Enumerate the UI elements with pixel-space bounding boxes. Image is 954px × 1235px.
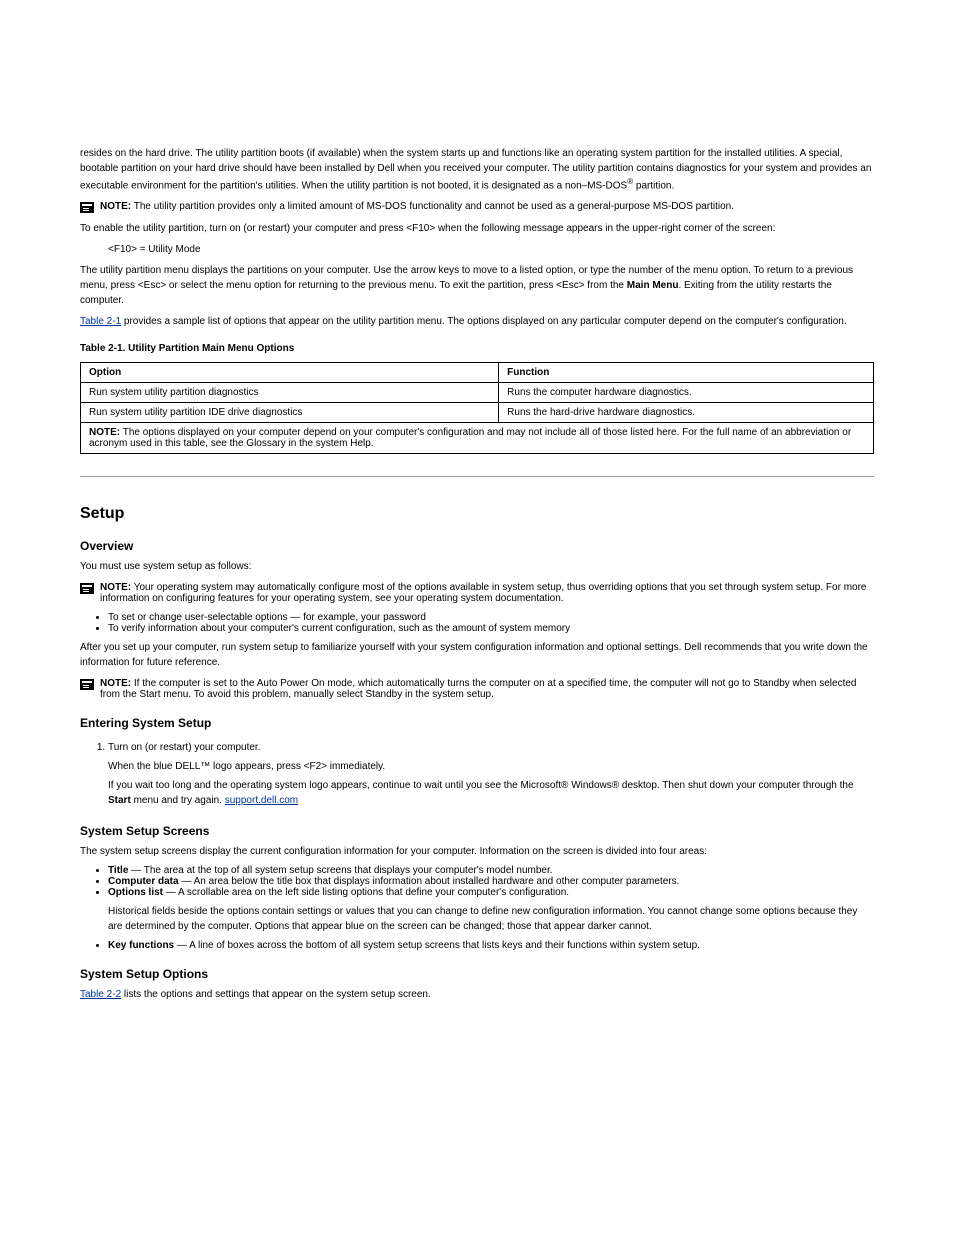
note-icon: [80, 679, 94, 690]
th-option: Option: [81, 363, 499, 383]
overview-heading: Overview: [80, 539, 874, 553]
list-item: Title — The area at the top of all syste…: [108, 865, 874, 876]
entering-setup-heading: Entering System Setup: [80, 716, 874, 730]
support-link[interactable]: support.dell.com: [225, 795, 298, 806]
note-1: NOTE: The utility partition provides onl…: [80, 201, 874, 213]
list-item: Turn on (or restart) your computer. When…: [108, 740, 874, 808]
enable-code: <F10> = Utility Mode: [108, 242, 874, 257]
list-item: Key functions — A line of boxes across t…: [108, 940, 874, 951]
table-row: Run system utility partition IDE drive d…: [81, 403, 874, 423]
options-heading: System Setup Options: [80, 967, 874, 981]
list-item: Computer data — An area below the title …: [108, 876, 874, 887]
utility-partition-table: Option Function Run system utility parti…: [80, 362, 874, 454]
table-note-row: NOTE: The options displayed on your comp…: [81, 423, 874, 454]
note-2: NOTE: Your operating system may automati…: [80, 582, 874, 604]
setup-heading: Setup: [80, 505, 874, 523]
th-function: Function: [499, 363, 874, 383]
list-item: To set or change user-selectable options…: [108, 612, 874, 623]
enable-paragraph: To enable the utility partition, turn on…: [80, 221, 874, 236]
intro-paragraph: resides on the hard drive. The utility p…: [80, 146, 874, 193]
note-icon: [80, 202, 94, 213]
overview-list: To set or change user-selectable options…: [80, 612, 874, 634]
options-paragraph: Table 2-2 lists the options and settings…: [80, 987, 874, 1002]
note-3: NOTE: If the computer is set to the Auto…: [80, 678, 874, 700]
after-paragraph: After you set up your computer, run syst…: [80, 640, 874, 670]
menu-paragraph: The utility partition menu displays the …: [80, 263, 874, 308]
table-2-1-link[interactable]: Table 2-1: [80, 316, 121, 327]
note-icon: [80, 583, 94, 594]
list-item: Options list — A scrollable area on the …: [108, 887, 874, 934]
enter-setup-steps: Turn on (or restart) your computer. When…: [80, 740, 874, 808]
screens-paragraph: The system setup screens display the cur…: [80, 844, 874, 859]
table-2-2-link[interactable]: Table 2-2: [80, 989, 121, 1000]
list-item: To verify information about your compute…: [108, 623, 874, 634]
table-row: Run system utility partition diagnostics…: [81, 383, 874, 403]
screens-heading: System Setup Screens: [80, 824, 874, 838]
table-link-paragraph: Table 2-1 provides a sample list of opti…: [80, 314, 874, 329]
table-caption: Table 2-1. Utility Partition Main Menu O…: [80, 341, 874, 356]
section-divider: [80, 476, 874, 477]
table-header-row: Option Function: [81, 363, 874, 383]
overview-paragraph: You must use system setup as follows:: [80, 559, 874, 574]
screens-list: Title — The area at the top of all syste…: [80, 865, 874, 951]
